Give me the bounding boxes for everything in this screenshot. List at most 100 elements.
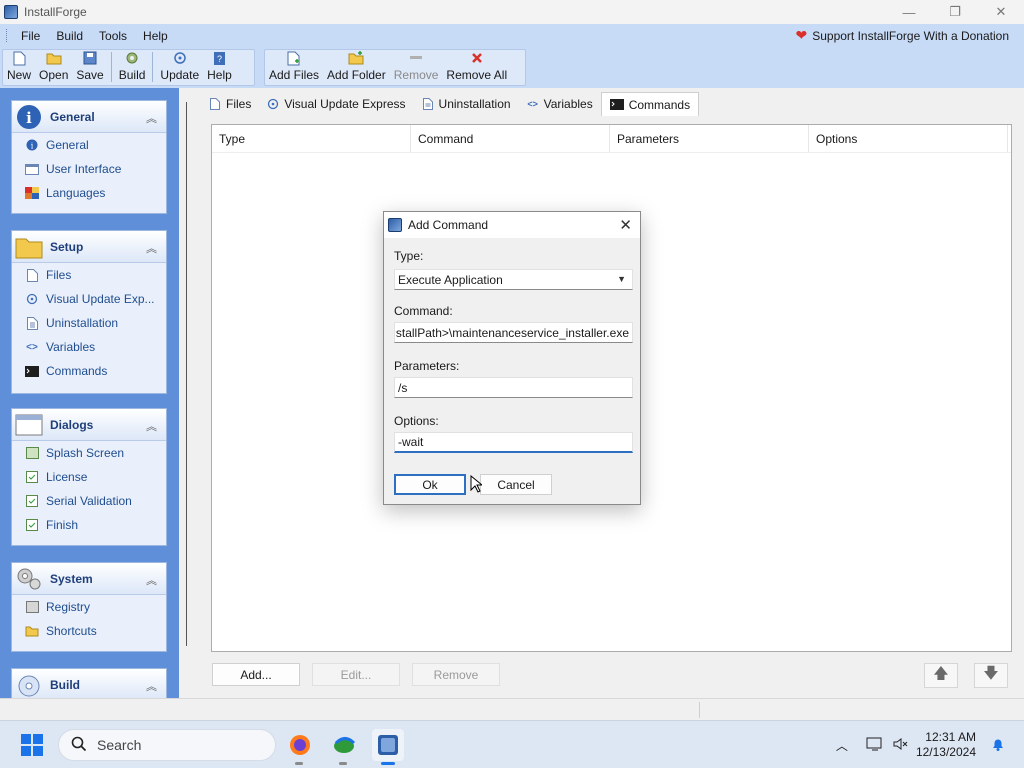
minimize-button[interactable]: —	[886, 0, 932, 24]
sidebar-item-files[interactable]: Files	[12, 263, 166, 287]
sidebar-item-label: User Interface	[46, 162, 122, 176]
menu-file[interactable]: File	[13, 29, 48, 43]
collapse-chevron-icon[interactable]: ︽	[146, 240, 157, 256]
add-button[interactable]: Add...	[212, 663, 300, 686]
network-icon[interactable]	[866, 736, 884, 755]
remove-toolbar-button[interactable]: Remove	[390, 50, 443, 85]
collapse-chevron-icon[interactable]: ︽	[146, 418, 157, 434]
save-label: Save	[76, 68, 104, 82]
command-label: Command:	[394, 304, 453, 318]
panel-build-header[interactable]: Build ︽	[12, 669, 166, 698]
tab-uninstallation[interactable]: Uninstallation	[414, 92, 519, 116]
installforge-taskbar-icon[interactable]	[372, 729, 404, 765]
sidebar-item-serial-validation[interactable]: Serial Validation	[12, 489, 166, 513]
system-gears-icon	[14, 564, 44, 594]
sidebar-item-finish[interactable]: Finish	[12, 513, 166, 537]
remove-all-button[interactable]: Remove All	[442, 50, 511, 85]
update-icon	[24, 292, 40, 306]
tab-files[interactable]: Files	[201, 92, 259, 116]
column-parameters[interactable]: Parameters	[610, 125, 809, 152]
license-icon	[24, 470, 40, 484]
column-command[interactable]: Command	[411, 125, 610, 152]
move-up-button[interactable]: 🡅	[924, 663, 958, 688]
collapse-chevron-icon[interactable]: ︽	[146, 678, 157, 694]
menu-help[interactable]: Help	[135, 29, 176, 43]
column-options[interactable]: Options	[809, 125, 1008, 152]
app-taskbar-icon[interactable]	[328, 729, 360, 765]
column-type[interactable]: Type	[212, 125, 411, 152]
dialog-title-bar[interactable]: Add Command ✕	[384, 212, 640, 238]
help-label: Help	[207, 68, 232, 82]
sidebar-item-shortcuts[interactable]: Shortcuts	[12, 619, 166, 643]
notification-bell-icon[interactable]	[990, 736, 1006, 755]
red-x-icon	[469, 50, 485, 66]
command-input[interactable]: stallPath>\maintenanceservice_installer.…	[394, 322, 633, 343]
ok-button[interactable]: Ok	[394, 474, 466, 495]
panel-dialogs-header[interactable]: Dialogs ︽	[12, 409, 166, 441]
save-button[interactable]: Save	[72, 50, 107, 85]
tab-variables[interactable]: <> Variables	[519, 92, 601, 116]
add-files-button[interactable]: Add Files	[265, 50, 323, 85]
build-disc-icon	[14, 670, 44, 699]
cancel-button[interactable]: Cancel	[480, 474, 552, 495]
sidebar-item-label: Uninstallation	[46, 316, 119, 330]
edit-button[interactable]: Edit...	[312, 663, 400, 686]
tab-commands[interactable]: Commands	[600, 92, 700, 116]
windows-logo-tile	[21, 734, 31, 744]
collapse-chevron-icon[interactable]: ︽	[146, 110, 157, 126]
firefox-taskbar-icon[interactable]	[284, 729, 316, 765]
sidebar-item-languages[interactable]: Languages	[12, 181, 166, 205]
add-folder-button[interactable]: Add Folder	[323, 50, 390, 85]
info-small-icon: i	[24, 138, 40, 152]
finish-icon	[24, 518, 40, 532]
new-button[interactable]: New	[3, 50, 35, 85]
panel-system-header[interactable]: System ︽	[12, 563, 166, 595]
sidebar-item-visual-update-express[interactable]: Visual Update Exp...	[12, 287, 166, 311]
sidebar-item-general[interactable]: i General	[12, 133, 166, 157]
menu-build[interactable]: Build	[48, 29, 91, 43]
update-button[interactable]: Update	[156, 50, 203, 85]
close-button[interactable]: ✕	[978, 0, 1024, 24]
panel-dialogs: Dialogs ︽ Splash Screen License Serial V…	[11, 408, 167, 546]
collapse-chevron-icon[interactable]: ︽	[146, 572, 157, 588]
open-label: Open	[39, 68, 69, 82]
window-icon	[24, 162, 40, 176]
sidebar-item-splash-screen[interactable]: Splash Screen	[12, 441, 166, 465]
volume-muted-icon[interactable]	[892, 736, 908, 755]
restore-button[interactable]: ❐	[932, 0, 978, 24]
running-indicator	[295, 762, 303, 765]
sidebar-item-registry[interactable]: Registry	[12, 595, 166, 619]
splitter[interactable]	[186, 102, 187, 646]
tab-label: Variables	[543, 97, 593, 111]
type-select[interactable]: Execute Application ▼	[394, 269, 633, 290]
donate-link[interactable]: ❤ Support InstallForge With a Donation	[795, 27, 1009, 44]
options-input[interactable]: -wait	[394, 432, 633, 453]
add-file-icon	[286, 50, 302, 66]
tab-visual-update-express[interactable]: Visual Update Express	[259, 92, 413, 116]
sidebar-item-license[interactable]: License	[12, 465, 166, 489]
taskbar-search[interactable]: Search	[58, 729, 276, 761]
start-button[interactable]	[21, 734, 43, 756]
open-button[interactable]: Open	[35, 50, 72, 85]
menu-tools[interactable]: Tools	[91, 29, 135, 43]
sidebar-item-label: Finish	[46, 518, 79, 532]
sidebar-item-commands[interactable]: Commands	[12, 359, 166, 383]
clock[interactable]: 12:31 AM 12/13/2024	[916, 730, 976, 760]
update-icon	[172, 50, 188, 66]
uninstall-icon	[24, 316, 40, 330]
remove-all-label: Remove All	[446, 68, 508, 82]
sidebar-item-variables[interactable]: <> Variables	[12, 335, 166, 359]
sidebar-item-uninstallation[interactable]: Uninstallation	[12, 311, 166, 335]
sidebar-item-user-interface[interactable]: User Interface	[12, 157, 166, 181]
panel-general-header[interactable]: i General ︽	[12, 101, 166, 133]
panel-setup-header[interactable]: Setup ︽	[12, 231, 166, 263]
move-down-button[interactable]: 🡇	[974, 663, 1008, 688]
options-input-value: -wait	[398, 435, 424, 449]
remove-button[interactable]: Remove	[412, 663, 500, 686]
parameters-input[interactable]: /s	[394, 377, 633, 398]
dialog-close-icon[interactable]: ✕	[619, 216, 632, 234]
sidebar-item-label: Shortcuts	[46, 624, 97, 638]
build-button[interactable]: Build	[115, 50, 150, 85]
chevron-up-icon[interactable]: ︿	[836, 737, 848, 754]
help-button[interactable]: ? Help	[203, 50, 236, 85]
